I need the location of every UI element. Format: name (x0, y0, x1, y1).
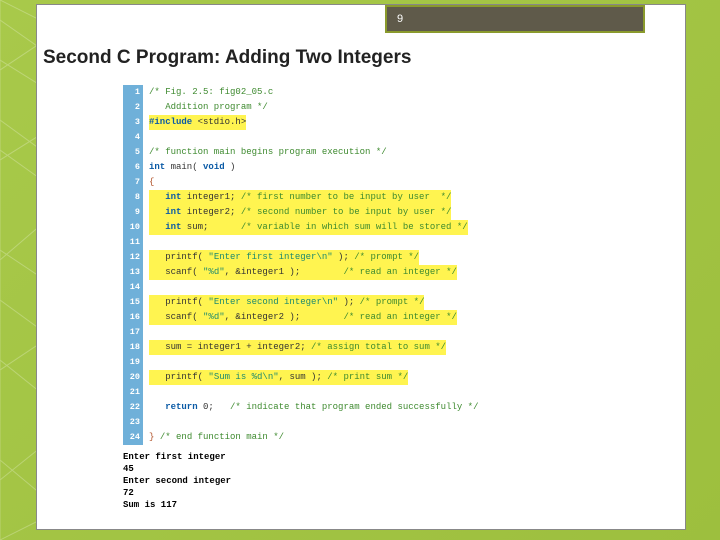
code-line: 15 printf( "Enter second integer\n" ); /… (123, 295, 605, 310)
line-number: 12 (123, 250, 143, 265)
line-number: 3 (123, 115, 143, 130)
line-number: 6 (123, 160, 143, 175)
code-line: 8 int integer1; /* first number to be in… (123, 190, 605, 205)
line-number: 20 (123, 370, 143, 385)
code-text: #include <stdio.h> (149, 115, 246, 130)
line-number: 21 (123, 385, 143, 400)
code-line: 4 (123, 130, 605, 145)
code-line: 16 scanf( "%d", &integer2 ); /* read an … (123, 310, 605, 325)
line-number: 9 (123, 205, 143, 220)
code-line: 9 int integer2; /* second number to be i… (123, 205, 605, 220)
line-number: 18 (123, 340, 143, 355)
code-line: 14 (123, 280, 605, 295)
code-line: 1 /* Fig. 2.5: fig02_05.c (123, 85, 605, 100)
line-number: 23 (123, 415, 143, 430)
code-text: int main( void ) (149, 160, 235, 175)
page-number: 9 (397, 13, 403, 25)
line-number: 13 (123, 265, 143, 280)
code-text: /* Fig. 2.5: fig02_05.c (149, 85, 273, 100)
code-line: 10 int sum; /* variable in which sum wil… (123, 220, 605, 235)
page-number-tab: 9 (385, 5, 645, 33)
code-text: { (149, 175, 154, 190)
code-line: 3 #include <stdio.h> (123, 115, 605, 130)
code-text: Addition program */ (149, 100, 268, 115)
code-line: 22 return 0; /* indicate that program en… (123, 400, 605, 415)
line-number: 8 (123, 190, 143, 205)
code-line: 21 (123, 385, 605, 400)
line-number: 14 (123, 280, 143, 295)
code-text: sum = integer1 + integer2; /* assign tot… (149, 340, 446, 355)
code-line: 7{ (123, 175, 605, 190)
code-line: 18 sum = integer1 + integer2; /* assign … (123, 340, 605, 355)
line-number: 16 (123, 310, 143, 325)
code-text: int sum; /* variable in which sum will b… (149, 220, 468, 235)
code-line: 11 (123, 235, 605, 250)
code-text: printf( "Enter second integer\n" ); /* p… (149, 295, 424, 310)
code-text: scanf( "%d", &integer2 ); /* read an int… (149, 310, 457, 325)
line-number: 2 (123, 100, 143, 115)
code-line: 17 (123, 325, 605, 340)
code-line: 13 scanf( "%d", &integer1 ); /* read an … (123, 265, 605, 280)
code-line: 19 (123, 355, 605, 370)
code-line: 5 /* function main begins program executi… (123, 145, 605, 160)
slide-panel: 9 Second C Program: Adding Two Integers … (36, 4, 686, 530)
code-line: 6 int main( void ) (123, 160, 605, 175)
code-line: 23 (123, 415, 605, 430)
code-text: int integer1; /* first number to be inpu… (149, 190, 451, 205)
line-number: 19 (123, 355, 143, 370)
line-number: 10 (123, 220, 143, 235)
code-text: printf( "Sum is %d\n", sum ); /* print s… (149, 370, 408, 385)
line-number: 22 (123, 400, 143, 415)
line-number: 7 (123, 175, 143, 190)
line-number: 24 (123, 430, 143, 445)
program-output: Enter first integer 45 Enter second inte… (123, 451, 605, 511)
code-text: int integer2; /* second number to be inp… (149, 205, 451, 220)
code-line: 12 printf( "Enter first integer\n" ); /*… (123, 250, 605, 265)
code-block: 1/* Fig. 2.5: fig02_05.c2 Addition progr… (123, 85, 605, 511)
line-number: 5 (123, 145, 143, 160)
line-number: 15 (123, 295, 143, 310)
line-number: 1 (123, 85, 143, 100)
code-text: scanf( "%d", &integer1 ); /* read an int… (149, 265, 457, 280)
code-line: 20 printf( "Sum is %d\n", sum ); /* prin… (123, 370, 605, 385)
line-number: 17 (123, 325, 143, 340)
code-text: printf( "Enter first integer\n" ); /* pr… (149, 250, 419, 265)
code-line: 2 Addition program */ (123, 100, 605, 115)
code-text: return 0; /* indicate that program ended… (149, 400, 478, 415)
line-number: 4 (123, 130, 143, 145)
line-number: 11 (123, 235, 143, 250)
code-text: } /* end function main */ (149, 430, 284, 445)
code-line: 24 } /* end function main */ (123, 430, 605, 445)
code-text: /* function main begins program executio… (149, 145, 387, 160)
slide-title: Second C Program: Adding Two Integers (43, 47, 411, 69)
